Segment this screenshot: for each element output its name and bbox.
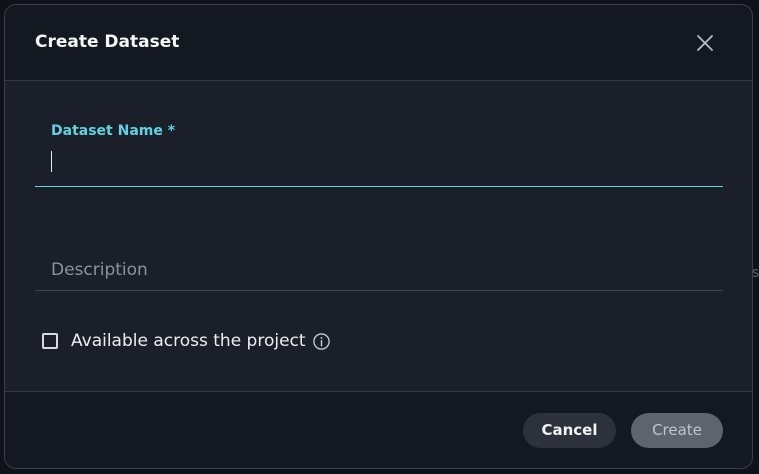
dataset-name-label: Dataset Name * (51, 123, 176, 139)
text-caret (51, 151, 52, 172)
close-button[interactable] (693, 31, 717, 55)
close-icon (697, 35, 713, 51)
description-input[interactable] (51, 257, 711, 283)
dialog-title: Create Dataset (35, 32, 180, 52)
available-across-project-row: Available across the project (42, 329, 331, 353)
dialog-header: Create Dataset (5, 5, 752, 81)
available-across-project-checkbox[interactable] (42, 333, 58, 349)
background-edge-text: s (752, 265, 759, 281)
cancel-button[interactable]: Cancel (523, 413, 616, 448)
available-across-project-label[interactable]: Available across the project (71, 330, 306, 352)
info-icon[interactable] (312, 332, 331, 351)
create-dataset-dialog: Create Dataset Dataset Name * Available … (4, 4, 753, 469)
description-field (35, 247, 723, 291)
dataset-name-input[interactable] (51, 149, 711, 175)
create-button[interactable]: Create (631, 413, 723, 448)
dataset-name-field: Dataset Name * (35, 113, 723, 187)
dialog-footer: Cancel Create (5, 391, 752, 468)
